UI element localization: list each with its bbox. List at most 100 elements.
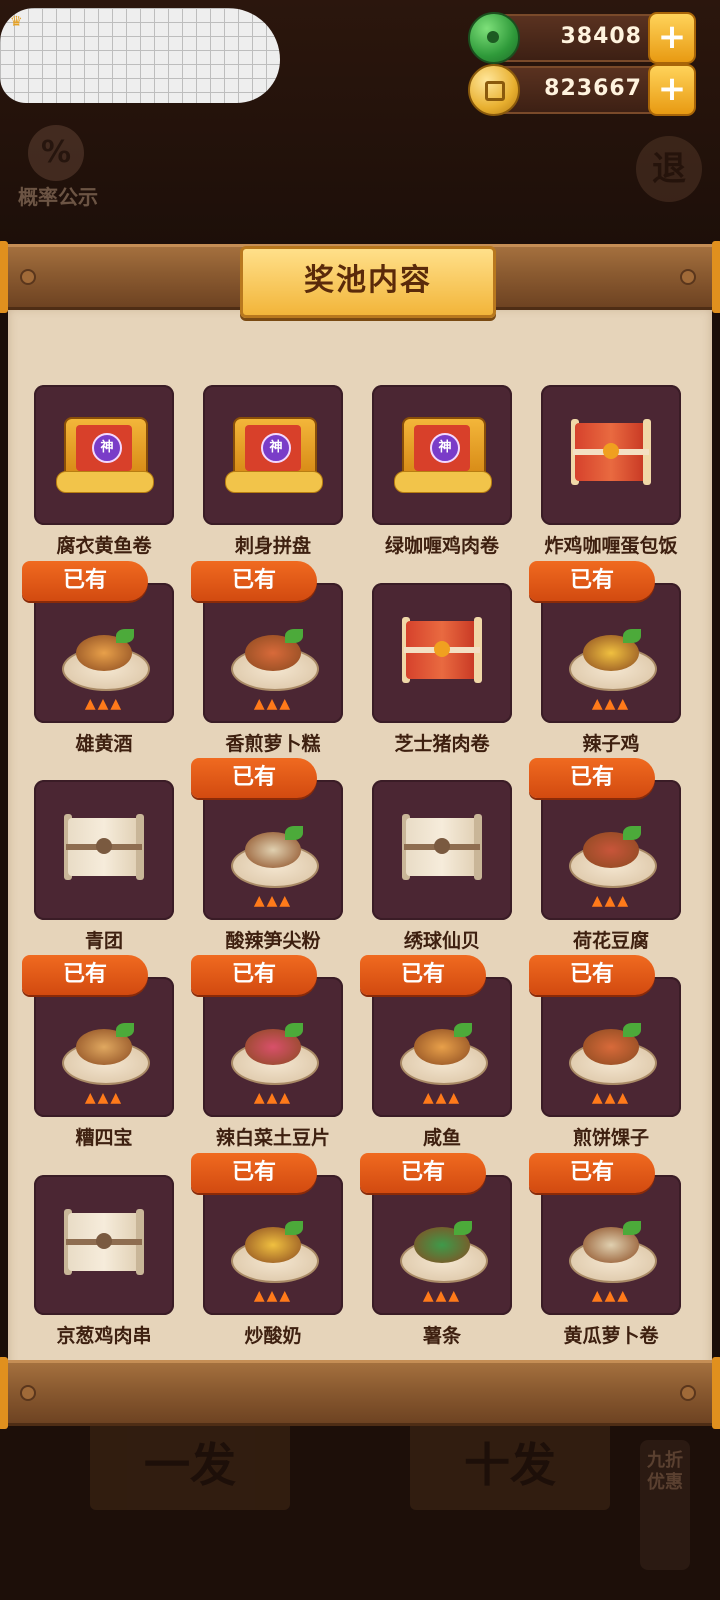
- item-frame: 神: [34, 385, 174, 525]
- item-name: 京葱鸡肉串: [56, 1325, 152, 1347]
- dish-icon: [561, 605, 661, 695]
- scroll-icon: [54, 1197, 154, 1287]
- flame-rating-icon: ▲▲▲: [84, 1090, 124, 1106]
- add-coin-button[interactable]: +: [648, 64, 696, 116]
- flame-rating-icon: ▲▲▲: [253, 1090, 293, 1106]
- pool-item[interactable]: ▲▲▲ 已有 辣白菜土豆片: [191, 955, 343, 1157]
- item-name: 雄黄酒: [75, 733, 133, 755]
- item-name: 刺身拼盘: [234, 535, 311, 557]
- panel-title: 奖池内容: [240, 246, 496, 318]
- chest-icon: 神: [223, 407, 323, 497]
- pool-item[interactable]: 青团: [34, 780, 174, 960]
- owned-badge: 已有: [22, 561, 148, 601]
- pool-item[interactable]: ▲▲▲ 已有 黄瓜萝卜卷: [529, 1153, 681, 1355]
- flame-rating-icon: ▲▲▲: [591, 1288, 631, 1304]
- item-frame: ▲▲▲: [203, 977, 343, 1117]
- item-frame: ▲▲▲: [203, 1175, 343, 1315]
- ten-draw-button: 十发: [410, 1420, 610, 1510]
- single-draw-button: 一发: [90, 1420, 290, 1510]
- item-frame: [372, 583, 512, 723]
- item-name: 辣白菜土豆片: [215, 1127, 330, 1149]
- rivet-icon: [20, 1385, 36, 1401]
- item-frame: ▲▲▲: [203, 583, 343, 723]
- item-frame: ▲▲▲: [372, 977, 512, 1117]
- red-scroll-icon: [392, 605, 492, 695]
- pool-item[interactable]: ▲▲▲ 已有 煎饼馃子: [529, 955, 681, 1157]
- coin-currency: 823667 +: [468, 64, 696, 116]
- chest-icon: 神: [392, 407, 492, 497]
- pool-item[interactable]: ▲▲▲ 已有 酸辣笋尖粉: [191, 758, 343, 960]
- dish-icon: [223, 1197, 323, 1287]
- back-button[interactable]: 退: [636, 136, 702, 202]
- flame-rating-icon: ▲▲▲: [591, 696, 631, 712]
- dish-icon: [561, 1197, 661, 1287]
- flame-rating-icon: ▲▲▲: [84, 696, 124, 712]
- divine-badge-icon: 神: [261, 433, 291, 463]
- probability-button[interactable]: % 概率公示: [8, 125, 108, 210]
- item-name: 薯条: [422, 1325, 461, 1347]
- owned-badge: 已有: [360, 1153, 486, 1193]
- item-name: 芝士猪肉卷: [394, 733, 490, 755]
- item-frame: ▲▲▲: [541, 583, 681, 723]
- item-name: 腐衣黄鱼卷: [56, 535, 152, 557]
- pool-item[interactable]: 绣球仙贝: [372, 780, 512, 960]
- item-frame: ▲▲▲: [372, 1175, 512, 1315]
- pool-item[interactable]: ▲▲▲ 已有咸鱼: [360, 955, 512, 1157]
- bottom-scroll-rod: [0, 1357, 720, 1429]
- dish-icon: [561, 802, 661, 892]
- pool-item[interactable]: 神刺身拼盘: [203, 385, 343, 565]
- jade-currency: 38408 +: [468, 12, 696, 64]
- item-frame: 神: [372, 385, 512, 525]
- jade-coin-icon: [468, 12, 520, 64]
- item-frame: [372, 780, 512, 920]
- scroll-icon: [392, 802, 492, 892]
- pool-item[interactable]: ▲▲▲ 已有炒酸奶: [191, 1153, 343, 1355]
- add-jade-button[interactable]: +: [648, 12, 696, 64]
- pool-item[interactable]: ▲▲▲ 已有 荷花豆腐: [529, 758, 681, 960]
- owned-badge: 已有: [529, 561, 655, 601]
- flame-rating-icon: ▲▲▲: [422, 1090, 462, 1106]
- red-scroll-icon: [561, 407, 661, 497]
- item-name: 煎饼馃子: [572, 1127, 649, 1149]
- divine-badge-icon: 神: [92, 433, 122, 463]
- pool-item[interactable]: 京葱鸡肉串: [34, 1175, 174, 1355]
- pool-item[interactable]: 炸鸡咖喱蛋包饭: [541, 385, 681, 565]
- item-name: 酸辣笋尖粉: [225, 930, 321, 952]
- dish-icon: [561, 999, 661, 1089]
- pool-item[interactable]: ▲▲▲ 已有薯条: [360, 1153, 512, 1355]
- gacha-screen: ♛ 38408 + 823667 + % 概率公示 退 一发 十发 九折优惠 奖…: [0, 0, 720, 1600]
- item-name: 糟四宝: [75, 1127, 133, 1149]
- item-name: 绿咖喱鸡肉卷: [384, 535, 499, 557]
- dish-icon: [223, 999, 323, 1089]
- discount-tag: 九折优惠: [640, 1440, 690, 1570]
- pool-item[interactable]: 芝士猪肉卷: [372, 583, 512, 763]
- item-frame: ▲▲▲: [203, 780, 343, 920]
- copper-coin-icon: [468, 64, 520, 116]
- pool-item[interactable]: 神绿咖喱鸡肉卷: [372, 385, 512, 565]
- owned-badge: 已有: [360, 955, 486, 995]
- item-name: 咸鱼: [422, 1127, 461, 1149]
- wine-jar-icon: [54, 605, 154, 695]
- owned-badge: 已有: [22, 955, 148, 995]
- item-name: 炒酸奶: [244, 1325, 302, 1347]
- flame-rating-icon: ▲▲▲: [422, 1288, 462, 1304]
- flame-rating-icon: ▲▲▲: [253, 893, 293, 909]
- dish-icon: [223, 802, 323, 892]
- pool-item[interactable]: 神腐衣黄鱼卷: [34, 385, 174, 565]
- flame-rating-icon: ▲▲▲: [253, 696, 293, 712]
- pool-item[interactable]: ▲▲▲ 已有糟四宝: [22, 955, 174, 1157]
- item-name: 绣球仙贝: [403, 930, 480, 952]
- flame-rating-icon: ▲▲▲: [591, 1090, 631, 1106]
- pool-item[interactable]: ▲▲▲ 已有雄黄酒: [22, 561, 174, 763]
- item-name: 黄瓜萝卜卷: [563, 1325, 659, 1347]
- pool-item[interactable]: ▲▲▲ 已有 香煎萝卜糕: [191, 561, 343, 763]
- rivet-icon: [680, 269, 696, 285]
- dish-icon: [392, 1197, 492, 1287]
- owned-badge: 已有: [191, 1153, 317, 1193]
- probability-label: 概率公示: [18, 185, 98, 209]
- flame-rating-icon: ▲▲▲: [253, 1288, 293, 1304]
- item-frame: ▲▲▲: [34, 583, 174, 723]
- item-name: 香煎萝卜糕: [225, 733, 321, 755]
- item-frame: ▲▲▲: [541, 1175, 681, 1315]
- pool-item[interactable]: ▲▲▲ 已有 辣子鸡: [529, 561, 681, 763]
